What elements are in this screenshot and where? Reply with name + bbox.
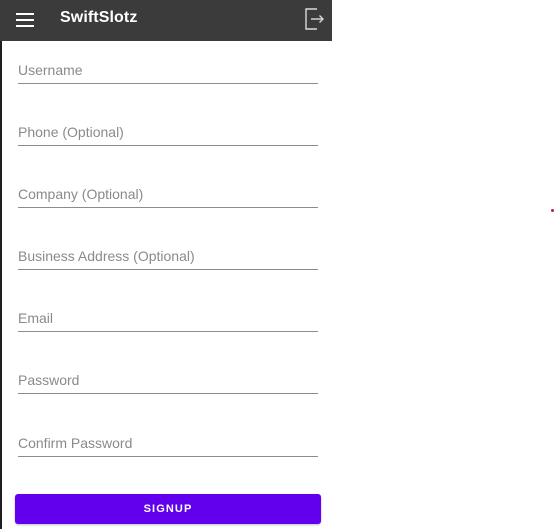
business-address-field-wrapper (18, 243, 318, 271)
username-field-wrapper (18, 57, 318, 85)
email-field-wrapper (18, 305, 318, 333)
phone-field-wrapper (18, 119, 318, 147)
username-input[interactable] (18, 57, 318, 84)
logout-icon (305, 8, 324, 30)
app-panel: SwiftSlotz Username Phone (Optional) Com… (0, 0, 332, 529)
company-input[interactable] (18, 181, 318, 208)
stray-dot (551, 209, 554, 212)
hamburger-menu-icon (16, 13, 34, 27)
password-input[interactable] (18, 367, 318, 394)
window-edge (0, 0, 2, 529)
phone-input[interactable] (18, 119, 318, 146)
confirm-password-input[interactable] (18, 430, 318, 457)
confirm-password-field-wrapper (18, 430, 318, 458)
signup-button[interactable]: SIGNUP (15, 494, 321, 524)
business-address-input[interactable] (18, 243, 318, 270)
password-field-wrapper (18, 367, 318, 395)
app-bar: SwiftSlotz (0, 0, 332, 41)
company-field-wrapper (18, 181, 318, 209)
menu-button[interactable] (8, 4, 42, 36)
logout-button[interactable] (302, 6, 326, 32)
app-title: SwiftSlotz (60, 9, 138, 26)
screen: SwiftSlotz Username Phone (Optional) Com… (0, 0, 556, 529)
email-input[interactable] (18, 305, 318, 332)
